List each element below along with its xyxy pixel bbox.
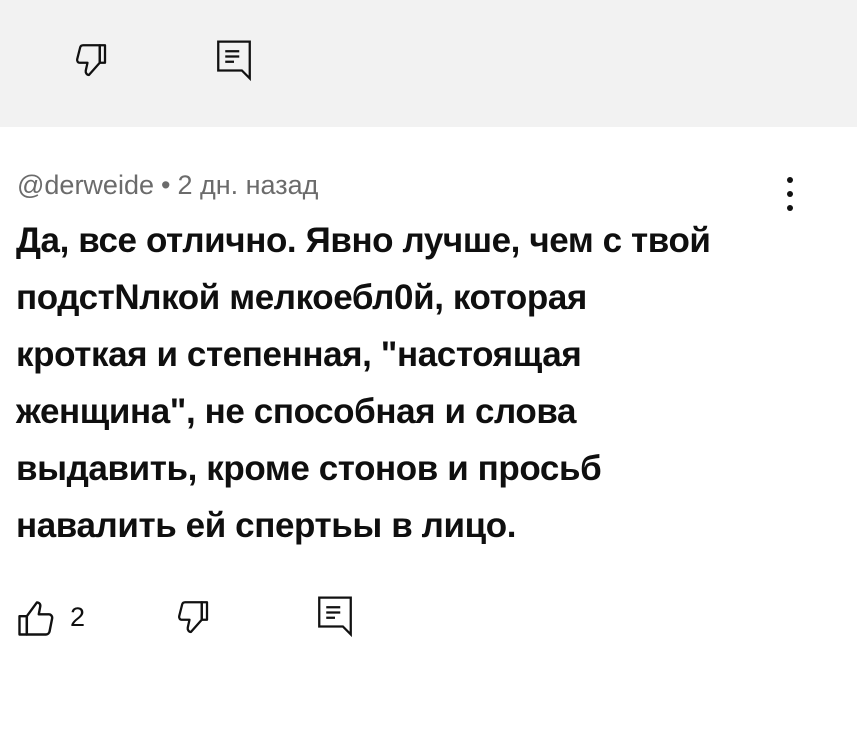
- reply-comment-icon: [217, 40, 251, 82]
- thumbs-up-icon: [18, 601, 54, 636]
- meta-separator: •: [160, 170, 171, 200]
- like-button[interactable]: [14, 596, 58, 640]
- comment-author[interactable]: @derweide: [17, 170, 154, 200]
- dislike-button[interactable]: [70, 40, 112, 82]
- thumbs-down-icon: [75, 44, 107, 77]
- comment-timestamp: 2 дн. назад: [177, 170, 319, 200]
- reply-button[interactable]: [213, 38, 255, 82]
- previous-comment-actions: [0, 0, 857, 127]
- reply-button[interactable]: [314, 594, 356, 638]
- reply-comment-icon: [318, 596, 352, 638]
- comment-text: Да, все отлично. Явно лучше, чем с твой …: [16, 221, 711, 545]
- thumbs-down-icon: [177, 601, 209, 634]
- like-count: 2: [70, 602, 86, 632]
- dislike-button[interactable]: [172, 597, 214, 639]
- more-vertical-icon: [787, 177, 793, 183]
- more-vertical-icon: [787, 191, 793, 197]
- comment-header: @derweide • 2 дн. назад: [17, 165, 318, 205]
- more-vertical-icon: [787, 205, 793, 211]
